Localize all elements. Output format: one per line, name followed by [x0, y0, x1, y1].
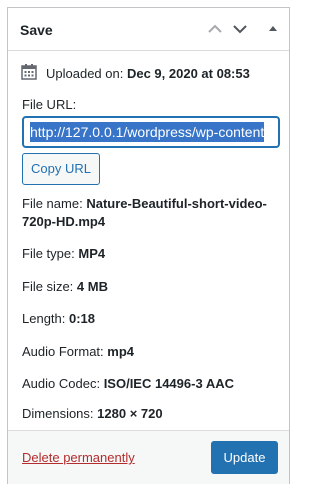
audio-codec-value: ISO/IEC 14496-3 AAC [103, 376, 234, 391]
copy-url-button[interactable]: Copy URL [22, 153, 100, 185]
file-url-field[interactable]: http://127.0.0.1/wordpress/wp-content [22, 116, 280, 148]
delete-permanently-link[interactable]: Delete permanently [22, 450, 135, 465]
file-size-label: File size: [22, 279, 74, 294]
file-type-row: File type: MP4 [22, 245, 105, 263]
move-up-button[interactable] [206, 20, 224, 38]
file-url-label: File URL: [22, 97, 77, 112]
audio-format-row: Audio Format: mp4 [22, 343, 134, 361]
panel-title: Save [20, 22, 53, 38]
audio-format-label: Audio Format: [22, 344, 104, 359]
uploaded-value: Dec 9, 2020 at 08:53 [126, 66, 250, 81]
length-value: 0:18 [69, 311, 96, 326]
file-name-value-line2: 720p-HD.mp4 [22, 214, 106, 229]
length-label: Length: [22, 311, 66, 326]
save-panel: Save Uploaded on: Dec 9, 2020 at 08:53 F… [7, 7, 290, 484]
file-type-value: MP4 [78, 246, 106, 261]
chevron-up-icon [206, 20, 224, 38]
file-size-row: File size: 4 MB [22, 278, 108, 296]
file-name-row: File name: Nature-Beautiful-short-video- [22, 195, 267, 213]
file-size-value: 4 MB [76, 279, 108, 294]
audio-codec-label: Audio Codec: [22, 376, 101, 391]
file-type-label: File type: [22, 246, 75, 261]
file-name-label: File name: [22, 196, 83, 211]
uploaded-row: Uploaded on: Dec 9, 2020 at 08:53 [20, 63, 250, 86]
dimensions-label: Dimensions: [22, 406, 94, 421]
toggle-panel-button[interactable] [264, 20, 282, 38]
caret-up-icon [264, 20, 282, 38]
file-name-row-cont: 720p-HD.mp4 [22, 213, 105, 231]
panel-header: Save [8, 8, 289, 51]
update-button[interactable]: Update [211, 441, 278, 474]
move-down-button[interactable] [231, 20, 249, 38]
chevron-down-icon [231, 20, 249, 38]
file-url-value: http://127.0.0.1/wordpress/wp-content [30, 122, 265, 142]
dimensions-value: 1280 × 720 [97, 406, 163, 421]
calendar-icon [20, 63, 38, 86]
uploaded-label: Uploaded on: [46, 66, 124, 81]
audio-codec-row: Audio Codec: ISO/IEC 14496-3 AAC [22, 375, 234, 393]
file-name-value-line1: Nature-Beautiful-short-video- [86, 196, 267, 211]
audio-format-value: mp4 [107, 344, 135, 359]
dimensions-row: Dimensions: 1280 × 720 [22, 405, 163, 423]
length-row: Length: 0:18 [22, 310, 95, 328]
panel-footer: Delete permanently Update [8, 430, 289, 484]
